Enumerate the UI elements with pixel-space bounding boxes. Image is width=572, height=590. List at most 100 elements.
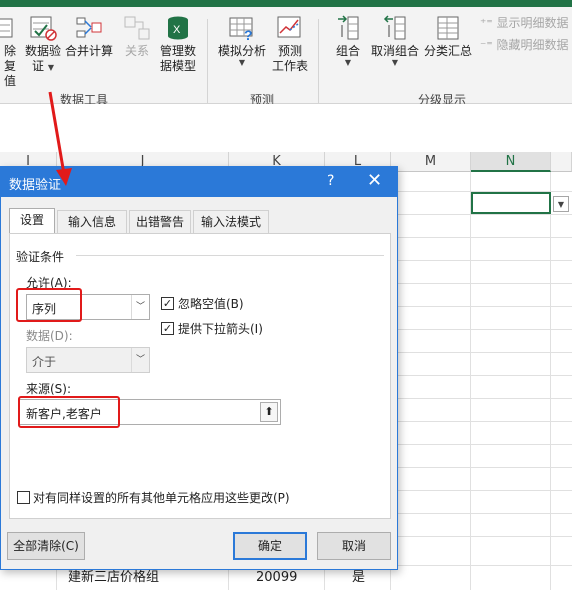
ungroup-label: 取消组合 bbox=[370, 44, 419, 58]
hide-detail-icon: ⁻⁼ bbox=[480, 38, 493, 52]
column-header-m[interactable]: M bbox=[391, 152, 471, 172]
forecast-label-2: 工作表 bbox=[271, 59, 308, 73]
data-validation-dialog: 数据验证 ? ✕ 设置 输入信息 出错警告 输入法模式 验证条件 允许(A): … bbox=[0, 166, 398, 570]
subtotal-label: 分类汇总 bbox=[423, 44, 472, 58]
gridline bbox=[398, 237, 572, 238]
annotation-box-allow bbox=[16, 288, 82, 322]
what-if-analysis-button[interactable]: ? 模拟分析 ▼ bbox=[214, 15, 270, 67]
settings-panel: 验证条件 允许(A): 序列 ﹀ ✓ 忽略空值(B) ✓ 提供下拉箭头(I) 数… bbox=[9, 233, 391, 519]
show-detail-button[interactable]: ⁺⁼ 显示明细数据 bbox=[480, 15, 569, 31]
show-detail-label: 显示明细数据 bbox=[496, 16, 569, 30]
manage-model-label-2: 据模型 bbox=[159, 59, 196, 73]
ignore-blank-checkbox[interactable]: ✓ bbox=[161, 297, 174, 310]
gridline bbox=[470, 172, 471, 590]
data-select-value: 介于 bbox=[32, 355, 57, 369]
chevron-down-icon: ﹀ bbox=[131, 295, 149, 319]
manage-model-label-1: 管理数 bbox=[159, 44, 196, 58]
section-divider bbox=[76, 255, 384, 256]
data-validation-button[interactable]: 数据验 证 ▼ bbox=[24, 15, 62, 74]
consolidate-button[interactable]: 合并计算 bbox=[64, 15, 114, 59]
cell-dropdown-arrow[interactable]: ▼ bbox=[553, 196, 569, 212]
data-select: 介于 ﹀ bbox=[26, 347, 150, 373]
ignore-blank-label: 忽略空值(B) bbox=[178, 297, 244, 311]
gridline bbox=[398, 467, 572, 468]
collapse-range-icon[interactable]: ⬆ bbox=[260, 402, 278, 422]
cancel-button[interactable]: 取消 bbox=[317, 532, 391, 560]
gridline bbox=[398, 421, 572, 422]
what-if-label: 模拟分析 bbox=[217, 44, 266, 58]
data-validation-label-2: 证 bbox=[32, 59, 45, 73]
dropdown-label: 提供下拉箭头(I) bbox=[178, 322, 263, 336]
ungroup-icon bbox=[381, 15, 409, 41]
gridline bbox=[398, 398, 572, 399]
apply-all-label: 对有同样设置的所有其他单元格应用这些更改(P) bbox=[33, 491, 290, 505]
consolidate-label: 合并计算 bbox=[64, 44, 113, 58]
hide-detail-label: 隐藏明细数据 bbox=[496, 38, 569, 52]
tab-settings[interactable]: 设置 bbox=[9, 208, 55, 234]
data-validation-icon bbox=[29, 15, 57, 41]
chevron-down-icon: ▼ bbox=[238, 58, 246, 67]
source-label: 来源(S): bbox=[26, 382, 72, 396]
tab-error-alert[interactable]: 出错警告 bbox=[129, 210, 191, 233]
gridline bbox=[398, 214, 572, 215]
show-detail-icon: ⁺⁼ bbox=[480, 16, 493, 30]
column-header-next[interactable] bbox=[551, 152, 572, 172]
remove-duplicates-icon bbox=[0, 15, 20, 41]
forecast-label-1: 预测 bbox=[277, 44, 302, 58]
gridline bbox=[398, 352, 572, 353]
gridline bbox=[398, 536, 572, 537]
svg-text:X: X bbox=[173, 24, 181, 36]
group-label: 组合 bbox=[335, 44, 360, 58]
chevron-down-icon: ﹀ bbox=[131, 348, 149, 372]
ok-button[interactable]: 确定 bbox=[233, 532, 307, 560]
data-validation-label-1: 数据验 bbox=[24, 44, 61, 58]
gridline bbox=[398, 490, 572, 491]
selected-cell-n[interactable] bbox=[471, 192, 551, 214]
consolidate-icon bbox=[75, 15, 103, 41]
gridline bbox=[398, 513, 572, 514]
close-icon[interactable]: ✕ bbox=[367, 170, 382, 191]
ribbon-separator bbox=[318, 19, 319, 103]
gridline bbox=[550, 172, 551, 590]
section-label: 验证条件 bbox=[16, 250, 65, 264]
what-if-icon: ? bbox=[228, 15, 256, 43]
subtotal-icon bbox=[434, 15, 462, 41]
ribbon: 除 复值 数据验 证 ▼ 合并计算 关系 X 管理数 据模型 数据工具 ? 模拟… bbox=[0, 7, 572, 107]
remove-duplicates-button[interactable]: 除 复值 bbox=[0, 15, 20, 89]
tab-ime-mode[interactable]: 输入法模式 bbox=[193, 210, 269, 233]
manage-data-model-button[interactable]: X 管理数 据模型 bbox=[158, 15, 198, 74]
gridline bbox=[398, 375, 572, 376]
gridline bbox=[398, 444, 572, 445]
apply-all-checkbox[interactable] bbox=[17, 491, 30, 504]
relationships-button[interactable]: 关系 bbox=[118, 15, 156, 59]
annotation-box-source bbox=[18, 396, 120, 428]
dropdown-checkbox[interactable]: ✓ bbox=[161, 322, 174, 335]
relationships-label: 关系 bbox=[124, 44, 149, 58]
formula-bar-area bbox=[0, 104, 572, 153]
chevron-down-icon: ▼ bbox=[344, 58, 352, 67]
hide-detail-button[interactable]: ⁻⁼ 隐藏明细数据 bbox=[480, 37, 569, 53]
relationships-icon bbox=[123, 15, 151, 41]
subtotal-button[interactable]: 分类汇总 bbox=[422, 15, 474, 59]
chevron-down-icon: ▼ bbox=[47, 63, 54, 72]
ribbon-top-bar bbox=[0, 0, 572, 7]
column-header-n[interactable]: N bbox=[471, 152, 551, 172]
group-button[interactable]: 组合 ▼ bbox=[330, 15, 366, 67]
group-icon bbox=[334, 15, 362, 41]
data-model-icon: X bbox=[164, 15, 192, 41]
tab-input-message[interactable]: 输入信息 bbox=[57, 210, 127, 233]
clear-all-button[interactable]: 全部清除(C) bbox=[7, 532, 85, 560]
gridline bbox=[398, 260, 572, 261]
forecast-sheet-button[interactable]: 预测 工作表 bbox=[270, 15, 310, 74]
svg-text:?: ? bbox=[244, 27, 253, 41]
ungroup-button[interactable]: 取消组合 ▼ bbox=[370, 15, 420, 67]
gridline bbox=[398, 329, 572, 330]
chevron-down-icon: ▼ bbox=[391, 58, 399, 67]
annotation-arrow bbox=[48, 91, 72, 186]
gridline bbox=[398, 306, 572, 307]
help-icon[interactable]: ? bbox=[327, 173, 334, 189]
remove-duplicates-label-1: 除 bbox=[3, 44, 16, 58]
data-label: 数据(D): bbox=[26, 329, 73, 343]
gridline bbox=[398, 283, 572, 284]
ribbon-separator bbox=[207, 19, 208, 103]
